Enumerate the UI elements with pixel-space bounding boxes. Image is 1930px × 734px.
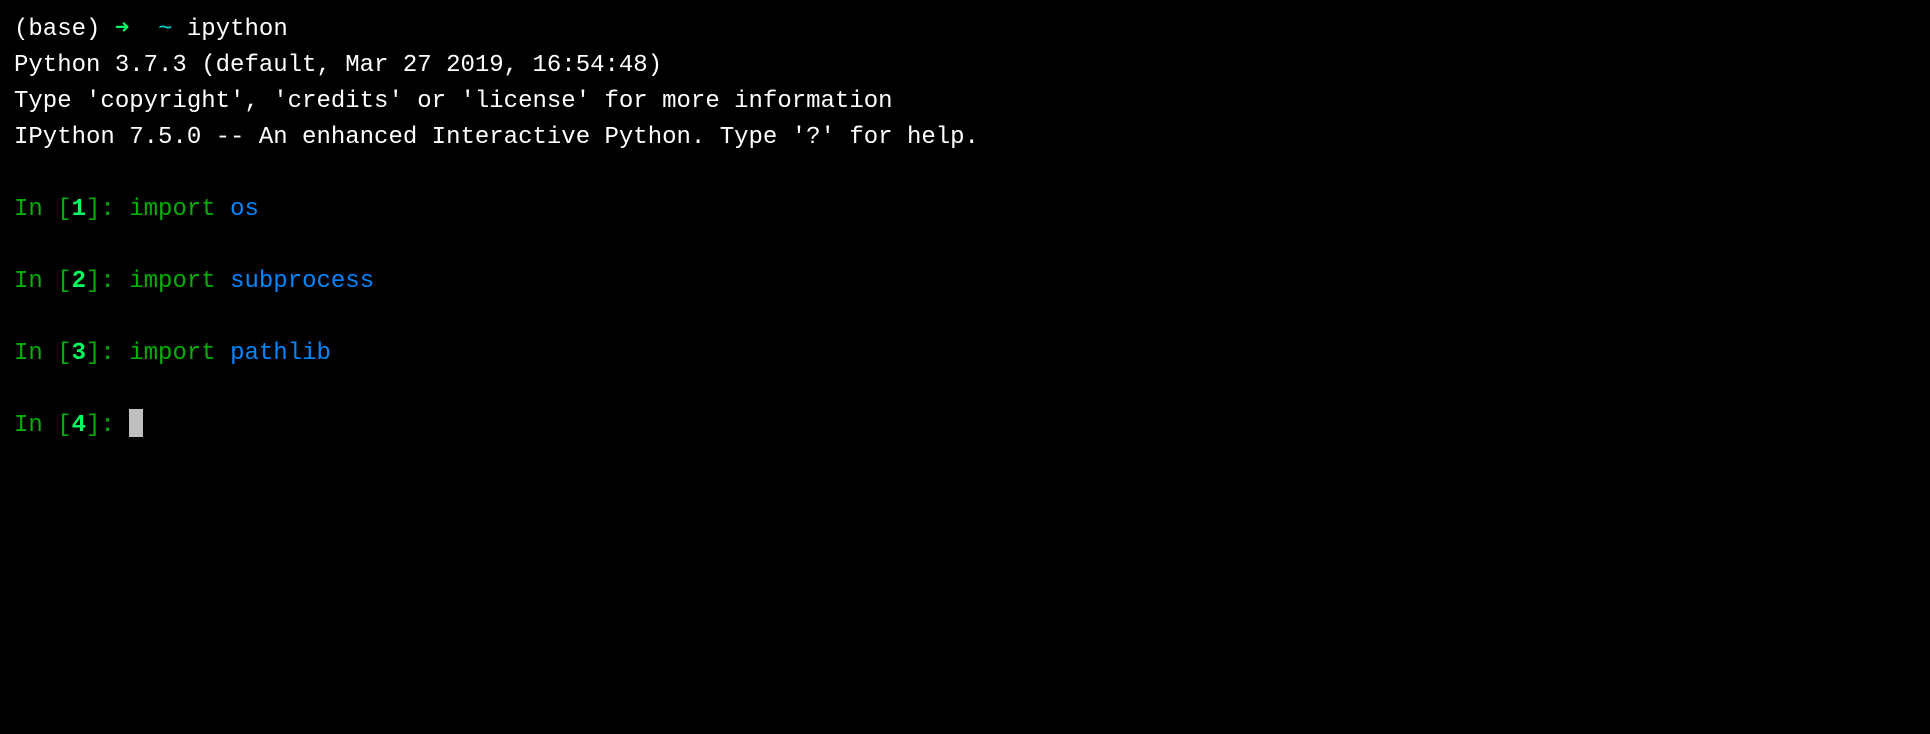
shell-prompt-line: (base) ➜ ~ ipython	[14, 12, 1916, 48]
bracket-close: ]:	[86, 412, 129, 439]
in-prompt-label: In	[14, 412, 57, 439]
in-prompt-label: In	[14, 196, 57, 223]
cell-number: 3	[72, 340, 86, 367]
in-prompt-label: In	[14, 268, 57, 295]
bracket-close: ]:	[86, 268, 129, 295]
terminal-output[interactable]: (base) ➜ ~ ipython Python 3.7.3 (default…	[14, 12, 1916, 444]
module-name: subprocess	[230, 268, 374, 295]
bracket-open: [	[57, 196, 71, 223]
ipython-cell-3: In [3]: import pathlib	[14, 336, 1916, 372]
import-keyword: import	[129, 196, 215, 223]
ipython-cell-2: In [2]: import subprocess	[14, 264, 1916, 300]
ipython-version-line: IPython 7.5.0 -- An enhanced Interactive…	[14, 120, 1916, 156]
blank-line	[14, 372, 1916, 408]
cursor-icon	[129, 409, 143, 437]
bracket-close: ]:	[86, 340, 129, 367]
bracket-close: ]:	[86, 196, 129, 223]
bracket-open: [	[57, 268, 71, 295]
import-keyword: import	[129, 268, 215, 295]
bracket-open: [	[57, 340, 71, 367]
blank-line	[14, 300, 1916, 336]
prompt-arrow-icon: ➜	[115, 16, 129, 43]
bracket-open: [	[57, 412, 71, 439]
import-keyword: import	[129, 340, 215, 367]
ipython-cell-1: In [1]: import os	[14, 192, 1916, 228]
ipython-cell-4-active[interactable]: In [4]:	[14, 408, 1916, 444]
blank-line	[14, 228, 1916, 264]
blank-line	[14, 156, 1916, 192]
module-name: pathlib	[230, 340, 331, 367]
in-prompt-label: In	[14, 340, 57, 367]
copyright-line: Type 'copyright', 'credits' or 'license'…	[14, 84, 1916, 120]
cwd-tilde: ~	[158, 16, 172, 43]
typed-command: ipython	[187, 16, 288, 43]
conda-env: (base)	[14, 16, 100, 43]
python-version-line: Python 3.7.3 (default, Mar 27 2019, 16:5…	[14, 48, 1916, 84]
module-name: os	[230, 196, 259, 223]
cell-number: 4	[72, 412, 86, 439]
cell-number: 2	[72, 268, 86, 295]
cell-number: 1	[72, 196, 86, 223]
